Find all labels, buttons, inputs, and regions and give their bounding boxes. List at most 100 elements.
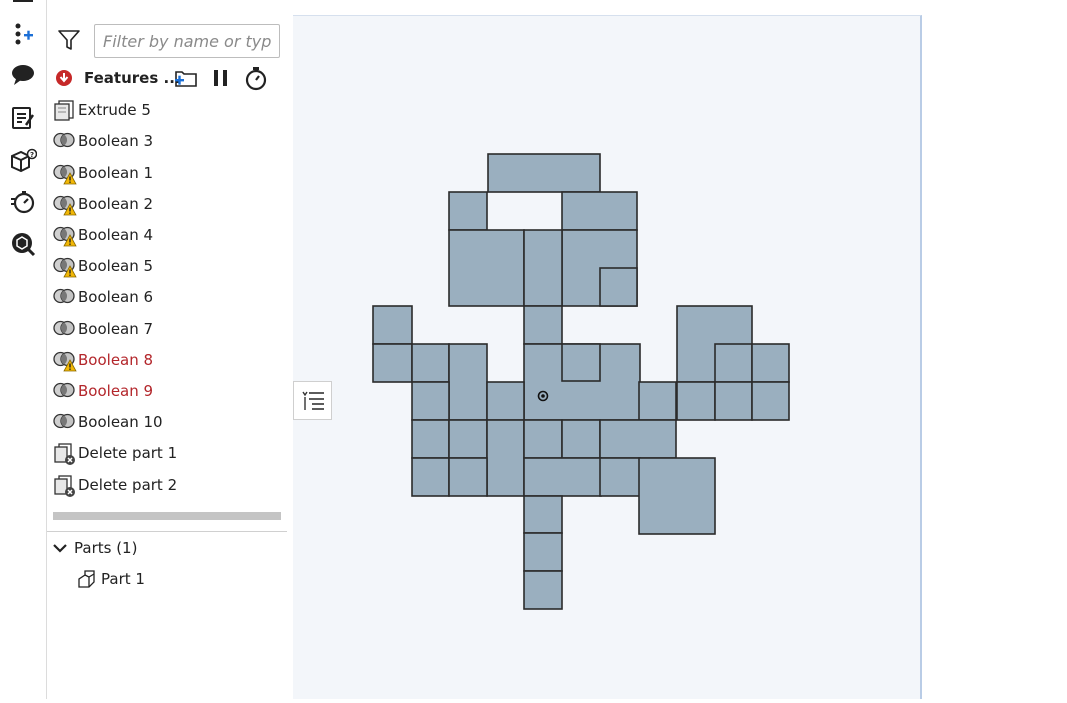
part-icon xyxy=(76,568,98,594)
feature-item[interactable]: Boolean 9 xyxy=(47,376,293,406)
feature-item[interactable]: Boolean 4 xyxy=(47,220,293,250)
pause-icon[interactable] xyxy=(211,67,231,93)
part-face[interactable] xyxy=(599,457,641,497)
feature-item-label: Boolean 1 xyxy=(78,164,154,182)
part-face[interactable] xyxy=(523,532,563,572)
horizontal-scrollbar[interactable] xyxy=(53,512,281,520)
boolean-icon xyxy=(53,318,77,340)
delete-part-icon xyxy=(53,442,77,465)
feature-item[interactable]: Boolean 7 xyxy=(47,314,293,344)
filter-bar xyxy=(47,20,293,60)
add-folder-icon[interactable] xyxy=(173,66,199,94)
part-face[interactable] xyxy=(714,381,753,421)
warning-icon xyxy=(63,265,77,278)
filter-input[interactable] xyxy=(94,24,280,58)
boolean-icon xyxy=(53,380,77,402)
list-icon[interactable] xyxy=(8,0,38,16)
feature-list-title[interactable]: Features ... xyxy=(84,69,181,87)
part-face[interactable] xyxy=(599,419,677,459)
part-face[interactable] xyxy=(448,457,488,497)
feature-item-label: Extrude 5 xyxy=(78,101,151,119)
part-face[interactable] xyxy=(523,495,563,534)
part-face[interactable] xyxy=(751,381,790,421)
part-face[interactable] xyxy=(523,570,563,610)
part-face[interactable] xyxy=(486,419,525,497)
notes-icon[interactable] xyxy=(8,103,38,133)
feature-item[interactable]: Boolean 2 xyxy=(47,189,293,219)
warning-icon xyxy=(63,203,77,216)
part-face[interactable] xyxy=(487,153,601,193)
part-geometry[interactable] xyxy=(293,16,920,699)
feature-item[interactable]: Boolean 5 xyxy=(47,251,293,281)
part-face[interactable] xyxy=(714,343,753,383)
part-face[interactable] xyxy=(751,343,790,383)
feature-item[interactable]: Extrude 5 xyxy=(47,95,293,125)
part-face[interactable] xyxy=(599,267,638,307)
part-item-label: Part 1 xyxy=(101,570,145,588)
feature-item-label: Delete part 1 xyxy=(78,444,178,462)
part-item[interactable]: Part 1 xyxy=(47,564,293,594)
warning-icon xyxy=(63,359,77,372)
part-face[interactable] xyxy=(676,381,716,421)
part-face[interactable] xyxy=(448,419,488,459)
boolean-icon xyxy=(53,224,77,247)
boolean-icon xyxy=(53,162,77,185)
part-face[interactable] xyxy=(561,343,601,382)
part-face[interactable] xyxy=(448,343,488,421)
part-face[interactable] xyxy=(372,305,413,345)
part-face[interactable] xyxy=(523,305,563,345)
left-toolbar: ? xyxy=(0,0,47,699)
part-face[interactable] xyxy=(486,381,525,421)
part-face[interactable] xyxy=(523,419,563,459)
feature-item[interactable]: Boolean 10 xyxy=(47,407,293,437)
graphics-viewport[interactable] xyxy=(293,8,1067,699)
mass-properties-icon[interactable]: ? xyxy=(8,146,38,176)
filter-icon[interactable] xyxy=(57,28,81,56)
performance-icon[interactable] xyxy=(8,187,38,217)
parts-header-label: Parts (1) xyxy=(74,539,138,557)
feature-item[interactable]: Boolean 8 xyxy=(47,345,293,375)
part-face[interactable] xyxy=(523,229,563,307)
warning-icon xyxy=(63,234,77,247)
feature-item-label: Boolean 10 xyxy=(78,413,163,431)
list-collapse-icon xyxy=(301,391,324,410)
part-face[interactable] xyxy=(561,191,638,231)
feature-item-label: Boolean 2 xyxy=(78,195,154,213)
feature-item[interactable]: Delete part 1 xyxy=(47,438,293,468)
feature-item[interactable]: Delete part 2 xyxy=(47,470,293,500)
feature-item-label: Boolean 6 xyxy=(78,288,154,306)
feature-item-label: Boolean 8 xyxy=(78,351,154,369)
part-face[interactable] xyxy=(448,229,525,307)
feature-item[interactable]: Boolean 3 xyxy=(47,126,293,156)
part-face[interactable] xyxy=(561,419,601,459)
part-face[interactable] xyxy=(638,457,716,535)
parts-header[interactable]: Parts (1) xyxy=(47,533,293,563)
collapse-panel-button[interactable] xyxy=(293,381,332,420)
part-face[interactable] xyxy=(523,457,602,497)
part-face[interactable] xyxy=(448,191,488,231)
part-face[interactable] xyxy=(411,419,450,459)
origin-marker-dot xyxy=(541,394,545,398)
boolean-icon xyxy=(53,411,77,433)
warning-icon xyxy=(63,172,77,185)
feature-item-label: Boolean 9 xyxy=(78,382,154,400)
feature-item-label: Boolean 5 xyxy=(78,257,154,275)
comment-icon[interactable] xyxy=(8,60,38,90)
boolean-icon xyxy=(53,193,77,216)
part-face[interactable] xyxy=(372,343,413,383)
boolean-icon xyxy=(53,130,77,152)
delete-part-icon xyxy=(53,474,77,497)
part-face[interactable] xyxy=(411,381,450,421)
feature-item[interactable]: Boolean 6 xyxy=(47,282,293,312)
feature-item[interactable]: Boolean 1 xyxy=(47,158,293,188)
chevron-down-icon[interactable] xyxy=(52,540,68,559)
part-face[interactable] xyxy=(638,381,677,421)
boolean-icon xyxy=(53,349,77,372)
part-face[interactable] xyxy=(411,343,450,383)
rollback-icon[interactable] xyxy=(55,69,73,91)
add-variable-icon[interactable] xyxy=(8,20,38,50)
measure-icon[interactable] xyxy=(8,229,38,259)
timer-icon[interactable] xyxy=(244,65,268,95)
part-face[interactable] xyxy=(411,457,450,497)
canvas-area[interactable] xyxy=(293,15,922,699)
